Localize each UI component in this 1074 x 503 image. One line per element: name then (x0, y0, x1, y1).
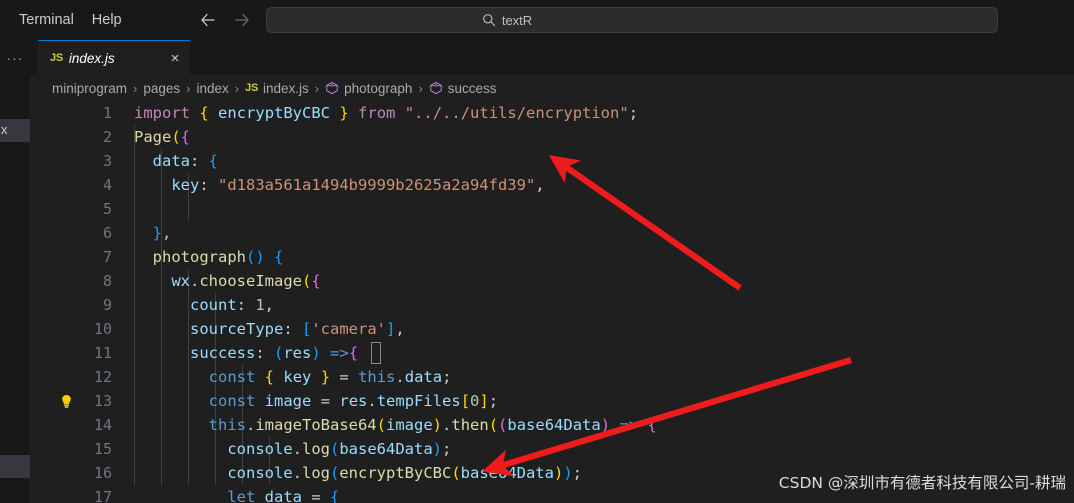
code-line-15[interactable]: console.log(base64Data); (134, 437, 451, 461)
bracket-match-highlight (371, 342, 381, 364)
code-editor[interactable]: 1 2 3 4 5 6 7 8 9 10 11 12 13 14 15 16 1… (30, 101, 1074, 503)
tab-index-js[interactable]: JS index.js × (38, 40, 190, 75)
code-line-12[interactable]: const { key } = this.data; (134, 365, 452, 389)
breadcrumb-item-success[interactable]: success (429, 81, 497, 96)
breadcrumb-separator-icon: › (186, 80, 191, 96)
activity-bar (0, 40, 30, 503)
menu-item-terminal[interactable]: Terminal (10, 7, 83, 33)
breadcrumb-label: photograph (344, 80, 413, 96)
breadcrumb: miniprogram › pages › index › JS index.j… (30, 75, 1074, 101)
code-line-17[interactable]: let data = { (134, 485, 339, 503)
arrow-right-icon[interactable] (231, 9, 253, 31)
code-line-7[interactable]: photograph() { (134, 245, 284, 269)
code-line-9[interactable]: count: 1, (134, 293, 274, 317)
line-number: 2 (102, 128, 112, 146)
command-center-search[interactable]: textR (266, 7, 998, 33)
breadcrumb-label: miniprogram (52, 80, 128, 96)
activity-bar-overflow-icon[interactable]: ··· (0, 40, 30, 75)
breadcrumb-separator-icon: › (418, 80, 423, 96)
code-line-10[interactable]: sourceType: ['camera'], (134, 317, 405, 341)
line-number: 11 (93, 344, 112, 362)
tab-label: index.js (68, 50, 115, 66)
watermark: CSDN @深圳市有德者科技有限公司-耕瑞 (778, 474, 1066, 492)
breadcrumb-label: success (447, 80, 497, 96)
breadcrumb-label: pages (143, 80, 181, 96)
line-number: 6 (102, 224, 112, 242)
line-number: 10 (93, 320, 112, 338)
breadcrumb-item-photograph[interactable]: photograph (325, 81, 412, 96)
code-content[interactable]: import { encryptByCBC } from "../../util… (120, 101, 1074, 503)
line-number: 14 (93, 416, 112, 434)
search-icon (482, 13, 496, 27)
lightbulb-icon[interactable] (58, 389, 74, 413)
menu-item-help[interactable]: Help (83, 7, 131, 33)
code-line-6[interactable]: }, (134, 221, 172, 245)
breadcrumb-separator-icon: › (133, 80, 138, 96)
sidebar-item-partial-bottom[interactable] (0, 455, 30, 478)
code-line-8[interactable]: wx.chooseImage({ (134, 269, 320, 293)
line-number: 5 (102, 200, 112, 218)
navigation-arrows (197, 9, 253, 31)
line-number: 16 (93, 464, 112, 482)
code-line-16[interactable]: console.log(encryptByCBC(base64Data)); (134, 461, 582, 485)
breadcrumb-item-miniprogram[interactable]: miniprogram (52, 81, 127, 96)
js-file-icon: JS (245, 82, 258, 94)
vscode-window: Terminal Help textR ··· x JS index.js × … (0, 0, 1074, 503)
breadcrumb-label: index (196, 80, 229, 96)
breadcrumb-separator-icon: › (314, 80, 320, 96)
code-line-2[interactable]: Page({ (134, 125, 190, 149)
menu-bar: Terminal Help (0, 0, 131, 40)
editor-tab-bar: JS index.js × (30, 40, 1074, 75)
line-number: 9 (102, 296, 112, 314)
code-line-3[interactable]: data: { (134, 149, 218, 173)
title-bar: Terminal Help textR (0, 0, 1074, 40)
code-line-13[interactable]: const image = res.tempFiles[0]; (134, 389, 498, 413)
symbol-method-icon (429, 81, 443, 95)
breadcrumb-item-index[interactable]: index (197, 81, 229, 96)
symbol-method-icon (325, 81, 339, 95)
line-number: 15 (93, 440, 112, 458)
breadcrumb-label: index.js (263, 80, 309, 96)
close-icon[interactable]: × (166, 51, 184, 66)
breadcrumb-separator-icon: › (234, 80, 240, 96)
line-number: 17 (93, 488, 112, 503)
line-number: 3 (102, 152, 112, 170)
breadcrumb-item-index-js[interactable]: JS index.js (245, 81, 309, 96)
code-line-11[interactable]: success: (res) =>{ (134, 341, 358, 365)
line-number: 7 (102, 248, 112, 266)
sidebar-item-partial-top[interactable]: x (0, 119, 30, 142)
line-number: 12 (93, 368, 112, 386)
line-number: 8 (102, 272, 112, 290)
line-number: 1 (102, 104, 112, 122)
code-line-4[interactable]: key: "d183a561a1494b9999b2625a2a94fd39", (134, 173, 544, 197)
js-file-icon: JS (50, 52, 63, 64)
arrow-left-icon[interactable] (197, 9, 219, 31)
code-line-14[interactable]: this.imageToBase64(image).then((base64Da… (134, 413, 657, 437)
line-number-gutter: 1 2 3 4 5 6 7 8 9 10 11 12 13 14 15 16 1… (30, 101, 120, 503)
breadcrumb-item-pages[interactable]: pages (143, 81, 180, 96)
search-input[interactable]: textR (502, 14, 532, 27)
line-number: 4 (102, 176, 112, 194)
code-line-1[interactable]: import { encryptByCBC } from "../../util… (134, 101, 638, 125)
